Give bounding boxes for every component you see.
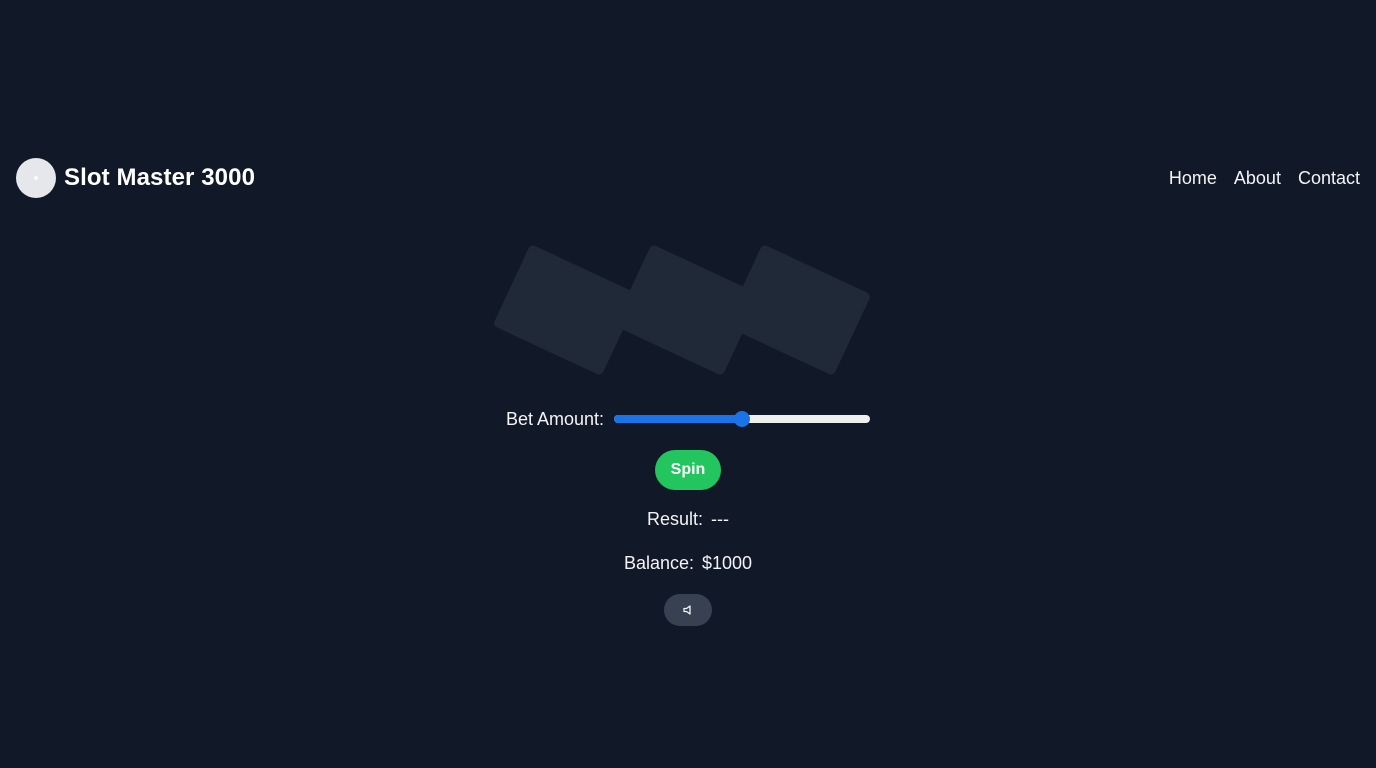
sound-toggle-button[interactable] bbox=[664, 594, 712, 626]
bet-amount-label: Bet Amount: bbox=[505, 408, 605, 429]
main-nav: Home About Contact bbox=[1169, 168, 1360, 189]
spin-button[interactable]: Spin bbox=[655, 450, 721, 490]
nav-link-contact[interactable]: Contact bbox=[1298, 168, 1360, 189]
result-display: Result: --- bbox=[0, 509, 1376, 530]
result-label: Result: bbox=[646, 509, 704, 529]
reel-3 bbox=[724, 243, 872, 377]
speaker-icon bbox=[683, 605, 691, 615]
balance-value: $1000 bbox=[702, 553, 753, 573]
balance-display: Balance: $1000 bbox=[0, 553, 1376, 574]
app-header: Slot Master 3000 Home About Contact bbox=[16, 158, 1360, 198]
balance-label: Balance: bbox=[623, 553, 694, 573]
bet-amount-slider[interactable] bbox=[614, 407, 871, 431]
nav-link-about[interactable]: About bbox=[1234, 168, 1281, 189]
logo-dot-icon bbox=[34, 176, 38, 180]
result-value: --- bbox=[711, 509, 729, 529]
nav-link-home[interactable]: Home bbox=[1169, 168, 1217, 189]
logo bbox=[16, 158, 56, 198]
brand: Slot Master 3000 bbox=[16, 158, 255, 198]
reel-1 bbox=[492, 243, 640, 377]
slot-reels bbox=[492, 240, 878, 380]
app-title: Slot Master 3000 bbox=[64, 164, 256, 191]
slider-thumb[interactable] bbox=[734, 411, 751, 427]
bet-control: Bet Amount: bbox=[0, 407, 1376, 431]
slider-fill bbox=[614, 415, 743, 423]
